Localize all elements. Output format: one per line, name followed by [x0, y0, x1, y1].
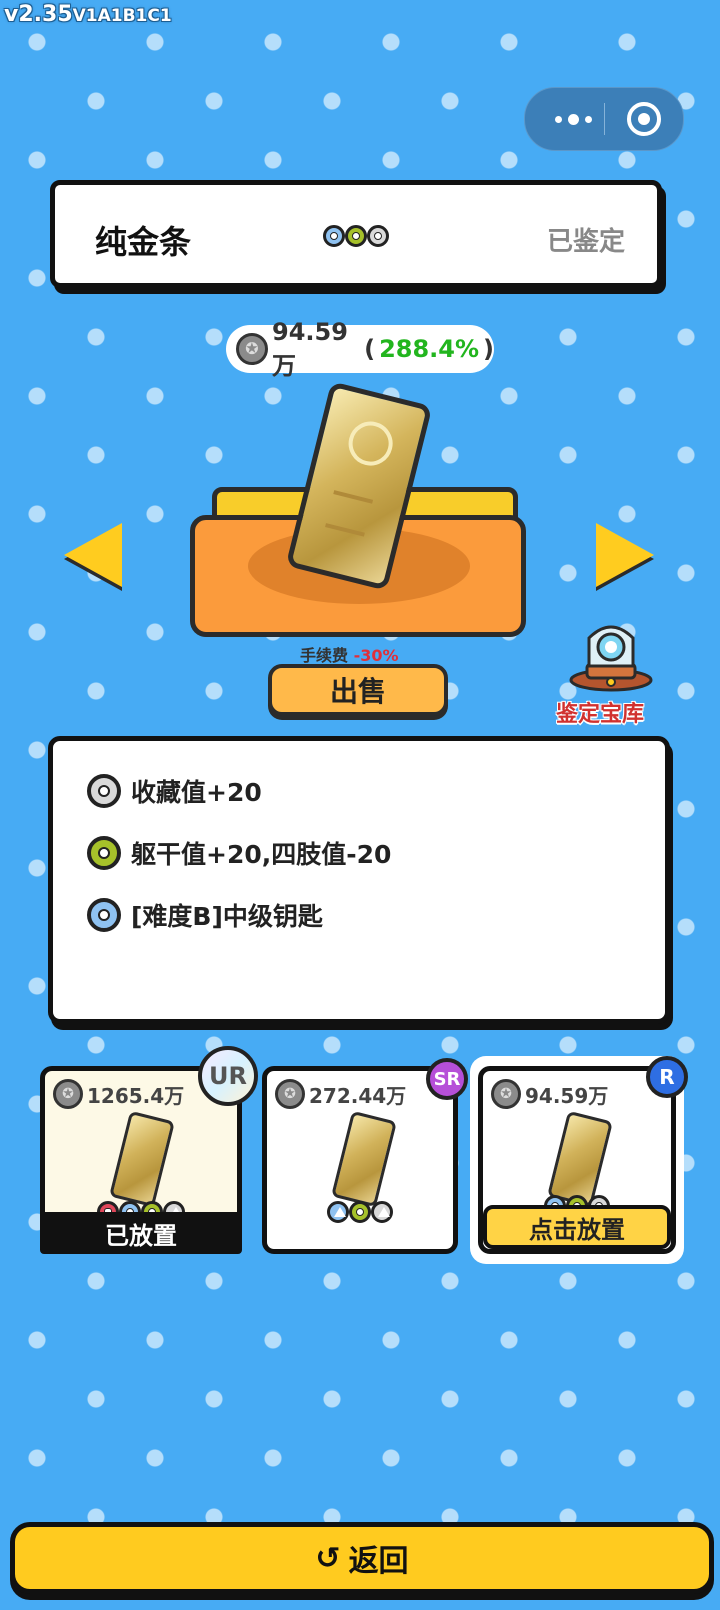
place-button[interactable]: 点击放置	[483, 1205, 671, 1249]
effect-dot-green-icon	[87, 836, 121, 870]
gold-bar-thumbnail	[547, 1110, 613, 1208]
arrow-left-icon[interactable]	[64, 523, 122, 587]
grade-badge-sr: SR	[426, 1058, 468, 1100]
capsule-divider	[604, 103, 605, 135]
target-icon[interactable]	[627, 102, 661, 136]
sell-button[interactable]: 出售	[268, 664, 448, 716]
price-pill: ✪ 94.59万 (288.4%)	[226, 318, 494, 380]
effect-text: 收藏值+20	[131, 778, 262, 807]
slot-price-value: 1265.4万	[87, 1083, 185, 1108]
back-button[interactable]: ↺ 返回	[10, 1522, 714, 1594]
slot-placed-label: 已放置	[40, 1212, 242, 1254]
slot-rarity-dots	[267, 1201, 453, 1223]
slot-price: ✪ 272.44万	[275, 1079, 406, 1109]
more-dots-icon[interactable]	[545, 88, 601, 150]
effect-row: 躯干值+20,四肢值-20	[87, 835, 391, 871]
item-price: 94.59万	[272, 317, 348, 380]
slot-r[interactable]: ✪ 94.59万 点击放置	[478, 1066, 676, 1254]
fee-text: 手续费	[300, 646, 349, 665]
version-sub: V1A1B1C1	[72, 6, 172, 26]
effect-text: 躯干值+20,四肢值-20	[131, 840, 392, 869]
item-name: 纯金条	[95, 223, 192, 261]
slot-price: ✪ 94.59万	[491, 1079, 608, 1109]
fee-label: 手续费 -30%	[300, 642, 399, 666]
open-paren: (	[364, 335, 376, 363]
effects-card: 收藏值+20 躯干值+20,四肢值-20 [难度B]中级钥匙	[48, 736, 670, 1024]
gold-bar-thumbnail	[331, 1110, 397, 1208]
fee-value: -30%	[353, 646, 399, 665]
price-percent: 288.4%	[379, 335, 480, 363]
rarity-dot-green-icon	[345, 225, 367, 247]
rarity-dot-grey-icon	[367, 225, 389, 247]
green-dot-icon	[349, 1201, 371, 1223]
miniprogram-capsule	[524, 87, 684, 151]
item-title-card: 纯金条 已鉴定	[50, 180, 662, 288]
blue-triangle-dot-icon	[327, 1201, 349, 1223]
effect-row: 收藏值+20	[87, 773, 262, 809]
close-paren: )	[483, 335, 494, 363]
coin-icon: ✪	[275, 1079, 305, 1109]
grade-badge-ur: UR	[198, 1046, 258, 1106]
slot-sr[interactable]: ✪ 272.44万	[262, 1066, 458, 1254]
slot-price-value: 272.44万	[309, 1083, 407, 1108]
rarity-dots	[323, 225, 389, 247]
vault-icon[interactable]	[569, 620, 653, 694]
rarity-dot-blue-icon	[323, 225, 345, 247]
slot-price-value: 94.59万	[525, 1083, 609, 1108]
version-label: v2.35V1A1B1C1	[4, 2, 172, 27]
appraised-status: 已鉴定	[546, 227, 625, 257]
coin-icon: ✪	[491, 1079, 521, 1109]
effect-row: [难度B]中级钥匙	[87, 897, 323, 933]
effect-text: [难度B]中级钥匙	[131, 902, 323, 931]
grade-badge-r: R	[646, 1056, 688, 1098]
grey-triangle-dot-icon	[371, 1201, 393, 1223]
coin-icon: ✪	[53, 1079, 83, 1109]
back-label: 返回	[348, 1544, 409, 1579]
undo-icon: ↺	[315, 1540, 341, 1576]
slot-price: ✪ 1265.4万	[53, 1079, 184, 1109]
effect-dot-grey-icon	[87, 774, 121, 808]
coin-icon: ✪	[236, 333, 268, 365]
version-main: v2.35	[4, 2, 73, 27]
arrow-right-icon[interactable]	[596, 523, 654, 587]
vault-label[interactable]: 鉴定宝库	[556, 696, 644, 728]
effect-dot-blue-icon	[87, 898, 121, 932]
gold-bar-thumbnail	[109, 1110, 175, 1208]
